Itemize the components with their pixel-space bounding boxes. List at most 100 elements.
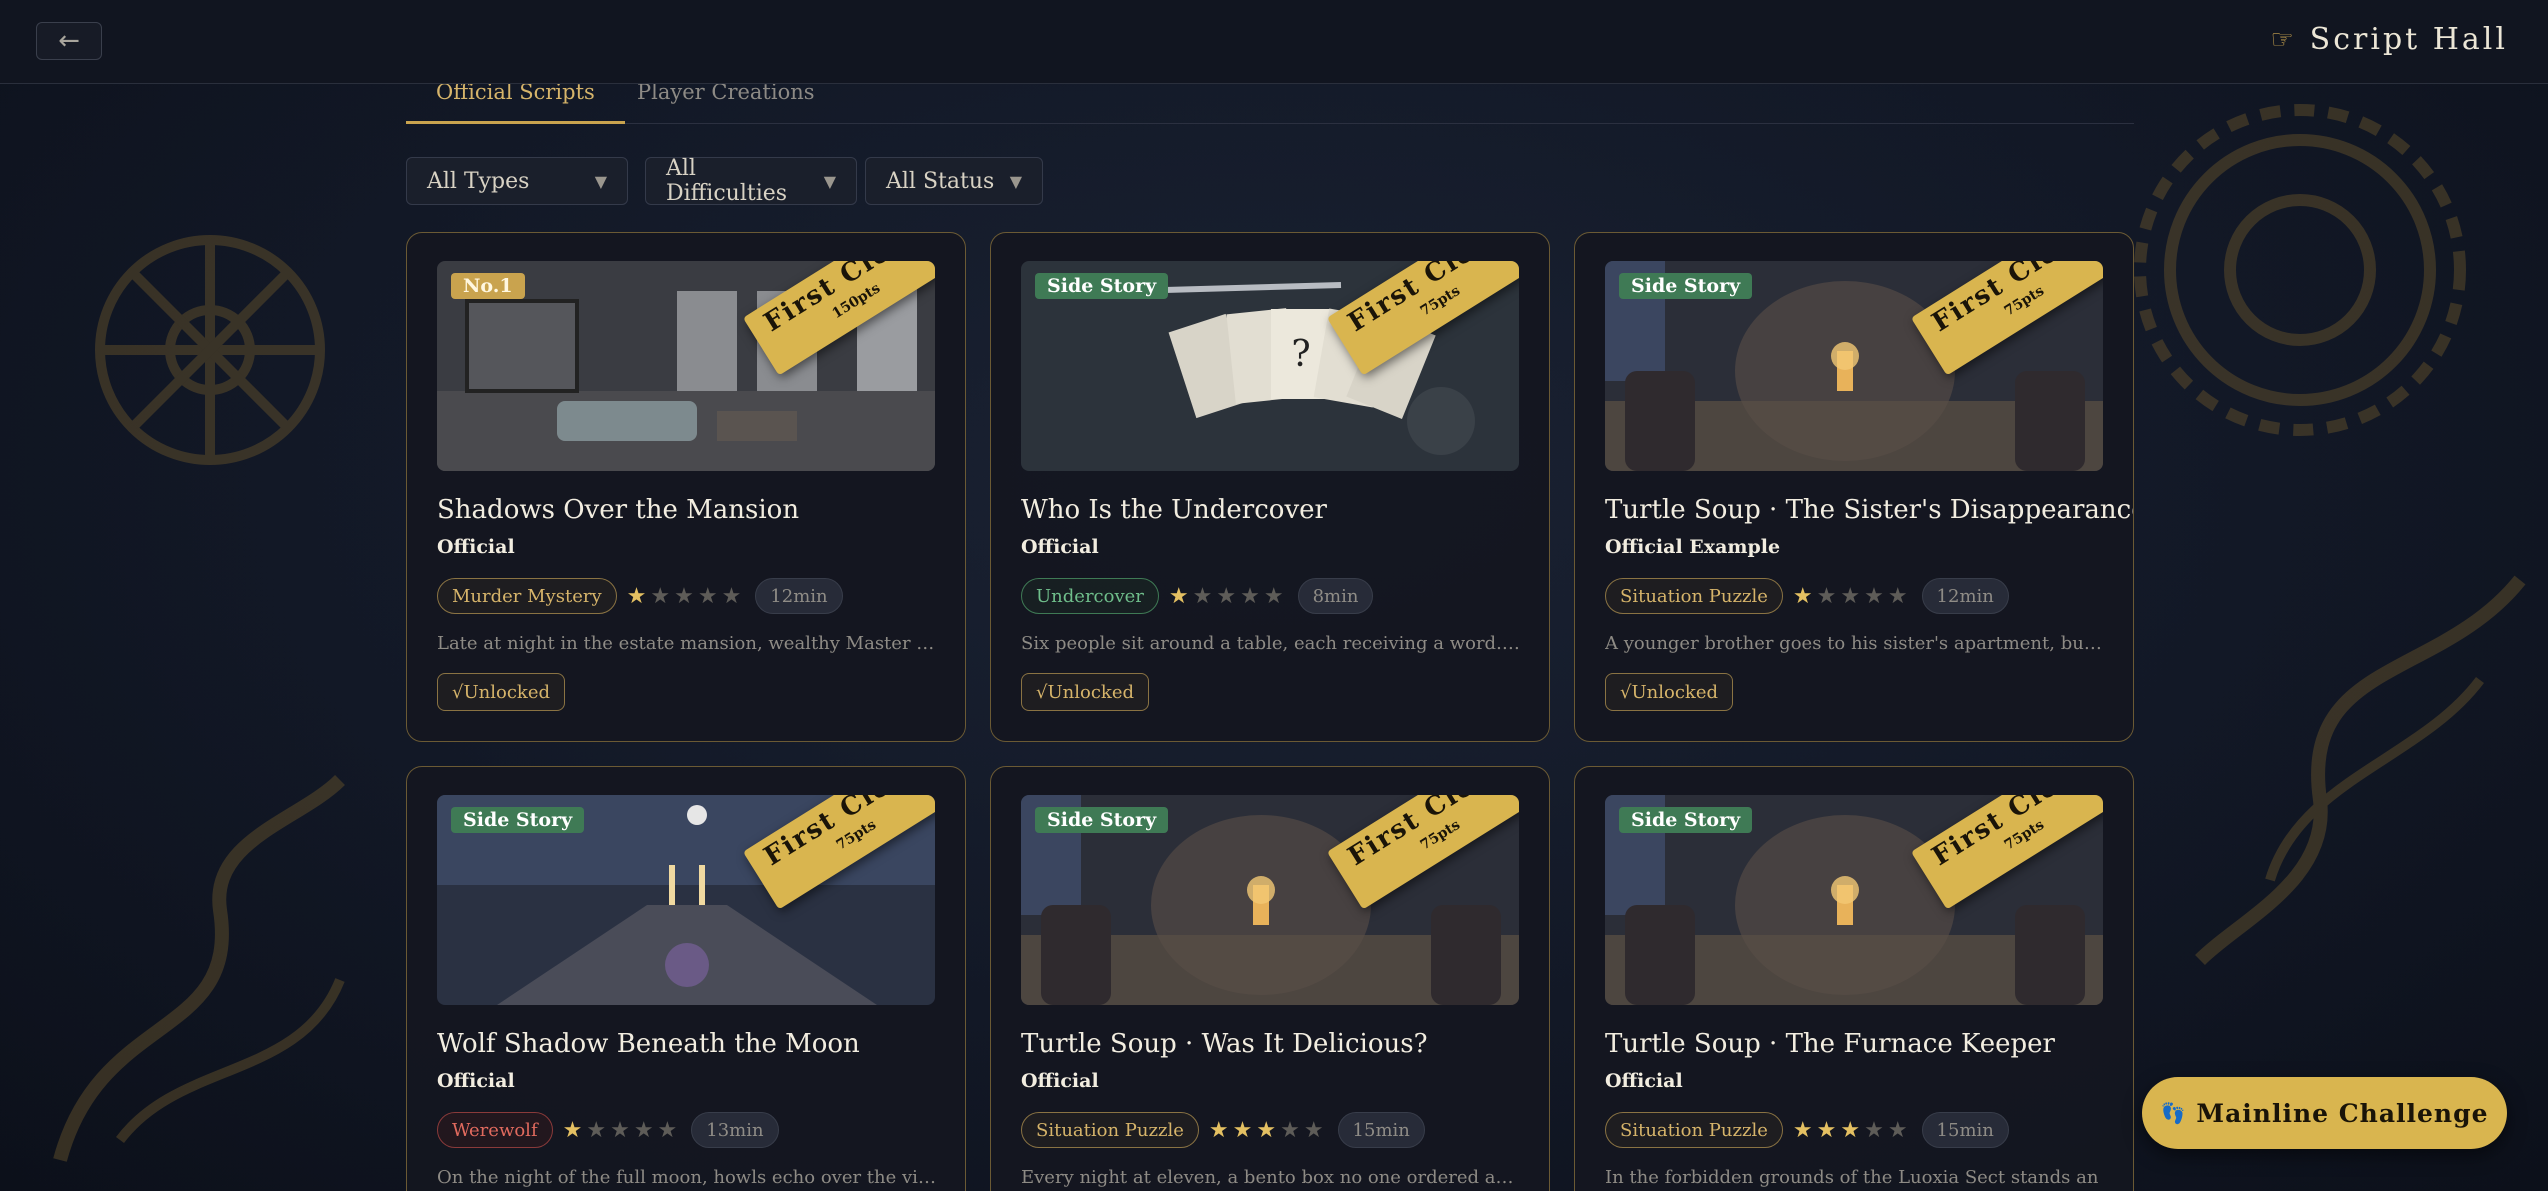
star-icon: ★	[1887, 1117, 1912, 1143]
unlocked-badge: √Unlocked	[1605, 673, 1733, 711]
page-title: Script Hall	[2309, 22, 2508, 57]
star-icon: ★	[562, 1117, 587, 1143]
script-title: Turtle Soup · The Furnace Keeper	[1605, 1029, 2055, 1059]
script-meta: Situation Puzzle ★★★★★ 15min	[1021, 1112, 1425, 1148]
type-badge: Side Story	[1619, 807, 1753, 833]
script-cover-image: Side Story First Clear 75pts	[437, 795, 935, 1005]
genre-tag: Situation Puzzle	[1605, 578, 1783, 614]
svg-text:?: ?	[1291, 334, 1310, 375]
star-icon: ★	[657, 1117, 682, 1143]
script-card[interactable]: Side Story First Clear 75pts Wolf Shadow Be…	[406, 766, 966, 1191]
script-title: Wolf Shadow Beneath the Moon	[437, 1029, 860, 1059]
script-author: Official	[437, 536, 515, 558]
script-author: Official	[437, 1070, 515, 1092]
difficulty-stars: ★★★★★	[1209, 1118, 1328, 1143]
star-icon: ★	[1816, 583, 1841, 609]
difficulty-stars: ★★★★★	[1793, 584, 1912, 609]
type-badge: Side Story	[451, 807, 585, 833]
flourish-ornament-right	[2195, 575, 2526, 966]
script-description: Six people sit around a table, each rece…	[1021, 633, 1521, 654]
star-icon: ★	[610, 1117, 634, 1143]
status-filter-label: All Status	[886, 168, 995, 194]
chevron-down-icon: ▼	[1009, 171, 1022, 191]
script-meta: Situation Puzzle ★★★★★ 15min	[1605, 1112, 2009, 1148]
type-filter-select[interactable]: All Types ▼	[406, 157, 628, 205]
script-card[interactable]: Side Story First Clear 75pts Turtle Soup · …	[1574, 766, 2134, 1191]
difficulty-filter-label: All Difficulties	[666, 156, 788, 206]
script-card[interactable]: ? Side Story First Clear 75pts Who Is the Un…	[990, 232, 1550, 742]
pointing-hand-icon: ☞	[2270, 24, 2294, 55]
script-title: Turtle Soup · Was It Delicious?	[1021, 1029, 1428, 1059]
type-filter-label: All Types	[427, 168, 530, 194]
script-description: In the forbidden grounds of the Luoxia S…	[1605, 1167, 2099, 1188]
brand: ☞ Script Hall	[2270, 22, 2508, 57]
genre-tag: Situation Puzzle	[1605, 1112, 1783, 1148]
status-filter-select[interactable]: All Status ▼	[865, 157, 1043, 205]
difficulty-stars: ★★★★★	[1793, 1118, 1912, 1143]
script-cover-image: ? Side Story First Clear 75pts	[1021, 261, 1519, 471]
duration-badge: 15min	[1337, 1112, 1425, 1148]
script-author: Official	[1021, 1070, 1099, 1092]
script-meta: Undercover ★★★★★ 8min	[1021, 578, 1374, 614]
star-icon: ★	[1840, 1117, 1865, 1143]
script-description: Every night at eleven, a bento box no on…	[1021, 1167, 1521, 1188]
star-icon: ★	[1232, 1117, 1257, 1143]
genre-tag: Werewolf	[437, 1112, 553, 1148]
script-author: Official	[1605, 1070, 1683, 1092]
script-cover-image: No.1 First Clear 150pts	[437, 261, 935, 471]
star-icon: ★	[1240, 583, 1264, 609]
script-card[interactable]: Side Story First Clear 75pts Turtle Soup · …	[1574, 232, 2134, 742]
star-icon: ★	[721, 583, 746, 609]
mainline-challenge-button[interactable]: 👣 Mainline Challenge	[2142, 1077, 2507, 1149]
star-icon: ★	[1216, 583, 1241, 609]
star-icon: ★	[1840, 583, 1865, 609]
difficulty-filter-select[interactable]: All Difficulties ▼	[645, 156, 857, 206]
star-icon: ★	[1792, 1117, 1817, 1143]
difficulty-stars: ★★★★★	[563, 1118, 682, 1143]
difficulty-stars: ★★★★★	[627, 584, 746, 609]
star-icon: ★	[1864, 1117, 1888, 1143]
script-card[interactable]: Side Story First Clear 75pts Turtle Soup · …	[990, 766, 1550, 1191]
star-icon: ★	[697, 583, 722, 609]
difficulty-stars: ★★★★★	[1169, 584, 1288, 609]
script-meta: Murder Mystery ★★★★★ 12min	[437, 578, 843, 614]
star-icon: ★	[633, 1117, 658, 1143]
script-description: A younger brother goes to his sister's a…	[1605, 633, 2105, 654]
type-badge: Side Story	[1619, 273, 1753, 299]
star-icon: ★	[586, 1117, 611, 1143]
script-title: Shadows Over the Mansion	[437, 495, 800, 525]
gear-ornament-left	[95, 235, 325, 465]
top-bar: ← ☞ Script Hall	[0, 0, 2548, 84]
star-icon: ★	[1208, 1117, 1233, 1143]
unlocked-badge: √Unlocked	[1021, 673, 1149, 711]
type-badge: Side Story	[1035, 273, 1169, 299]
script-card[interactable]: No.1 First Clear 150pts Shadows Over the Ma…	[406, 232, 966, 742]
genre-tag: Undercover	[1021, 578, 1159, 614]
tab-official-scripts[interactable]: Official Scripts	[406, 80, 625, 124]
duration-badge: 12min	[1921, 578, 2009, 614]
star-icon: ★	[1887, 583, 1912, 609]
tab-player-creations[interactable]: Player Creations	[607, 80, 845, 124]
chevron-down-icon: ▼	[823, 171, 836, 191]
unlocked-badge: √Unlocked	[437, 673, 565, 711]
script-description: On the night of the full moon, howls ech…	[437, 1167, 937, 1188]
star-icon: ★	[1192, 583, 1217, 609]
duration-badge: 15min	[1921, 1112, 2009, 1148]
star-icon: ★	[1792, 583, 1817, 609]
script-cover-image: Side Story First Clear 75pts	[1605, 795, 2103, 1005]
star-icon: ★	[1303, 1117, 1328, 1143]
script-meta: Werewolf ★★★★★ 13min	[437, 1112, 779, 1148]
flourish-ornament-left	[53, 774, 345, 1162]
duration-badge: 12min	[755, 578, 843, 614]
script-title: Turtle Soup · The Sister's Disappearance	[1605, 495, 2134, 525]
duration-badge: 13min	[691, 1112, 779, 1148]
star-icon: ★	[674, 583, 698, 609]
gear-ornament-right	[2134, 104, 2466, 436]
chevron-down-icon: ▼	[594, 171, 607, 191]
star-icon: ★	[626, 583, 651, 609]
star-icon: ★	[1168, 583, 1193, 609]
back-button[interactable]: ←	[36, 22, 102, 60]
script-cover-image: Side Story First Clear 75pts	[1021, 795, 1519, 1005]
script-title: Who Is the Undercover	[1021, 495, 1327, 525]
type-badge: No.1	[451, 273, 525, 299]
